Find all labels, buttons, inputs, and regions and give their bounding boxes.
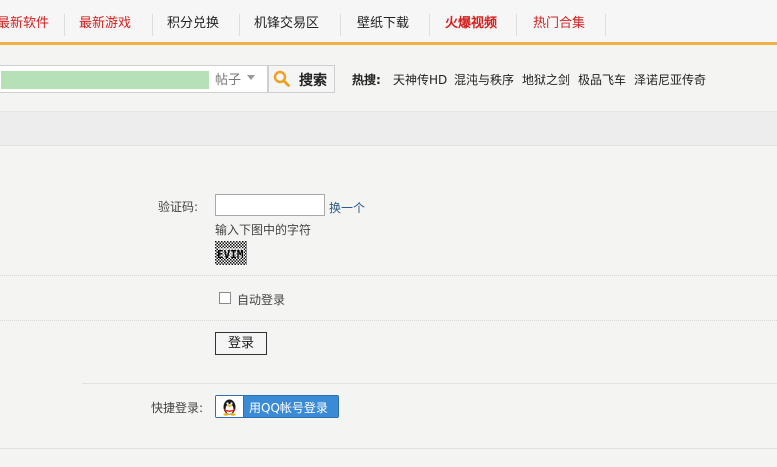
nav-divider	[239, 14, 240, 36]
refresh-captcha-link[interactable]: 换一个	[329, 199, 365, 216]
nav-divider	[605, 14, 606, 36]
divider	[0, 320, 777, 321]
qq-penguin-icon	[223, 399, 236, 416]
nav-item-trading-zone[interactable]: 机锋交易区	[254, 0, 319, 42]
chevron-down-icon[interactable]	[247, 75, 255, 80]
auto-login-checkbox[interactable]	[219, 292, 231, 304]
hot-search-link[interactable]: 混沌与秩序	[454, 71, 514, 88]
nav-item-wallpaper-download[interactable]: 壁纸下载	[357, 0, 409, 42]
divider	[82, 383, 777, 384]
magnifier-icon	[273, 70, 290, 87]
qq-login-label: 用QQ帐号登录	[249, 401, 328, 415]
search-button-label: 搜索	[299, 73, 327, 89]
search-button[interactable]: 搜索	[268, 65, 335, 93]
search-input[interactable]	[1, 71, 209, 89]
captcha-image-text: EVIM	[217, 248, 244, 261]
hot-search-label: 热搜:	[352, 73, 381, 87]
nav-divider	[64, 14, 65, 36]
qq-icon-box	[216, 396, 244, 417]
search-box: 帖子	[0, 65, 268, 93]
captcha-input[interactable]	[215, 194, 325, 216]
divider	[0, 275, 777, 276]
search-bar: 帖子 搜索 热搜: 天神传HD 混沌与秩序 地狱之剑 极品飞车 泽诺尼亚传奇	[0, 45, 777, 112]
hot-search-link[interactable]: 天神传HD	[393, 71, 447, 88]
nav-item-hot-videos[interactable]: 火爆视频	[445, 0, 497, 42]
captcha-image[interactable]: EVIM	[215, 241, 247, 265]
qq-login-button[interactable]: 用QQ帐号登录	[215, 395, 339, 418]
hot-search-link[interactable]: 地狱之剑	[522, 71, 570, 88]
bottom-divider	[0, 448, 777, 449]
nav-item-latest-games[interactable]: 最新游戏	[79, 0, 131, 42]
quick-login-label: 快捷登录:	[151, 401, 204, 415]
search-type-select[interactable]: 帖子	[215, 69, 241, 88]
sub-header-bar	[0, 112, 777, 146]
captcha-hint: 输入下图中的字符	[215, 223, 312, 237]
nav-divider	[340, 14, 341, 36]
hot-search-link[interactable]: 泽诺尼亚传奇	[634, 71, 706, 88]
captcha-label: 验证码:	[158, 200, 199, 214]
login-button[interactable]: 登录	[215, 332, 267, 355]
nav-item-points-exchange[interactable]: 积分兑换	[167, 0, 219, 42]
hot-search-link[interactable]: 极品飞车	[578, 71, 626, 88]
nav-item-latest-software[interactable]: 最新软件	[0, 0, 49, 42]
nav-item-hot-collections[interactable]: 热门合集	[533, 0, 585, 42]
nav-divider	[152, 14, 153, 36]
nav-divider	[516, 14, 517, 36]
nav-divider	[429, 14, 430, 36]
top-nav: 最新软件 最新游戏 积分兑换 机锋交易区 壁纸下载 火爆视频 热门合集	[0, 0, 777, 42]
auto-login-label[interactable]: 自动登录	[237, 291, 285, 308]
